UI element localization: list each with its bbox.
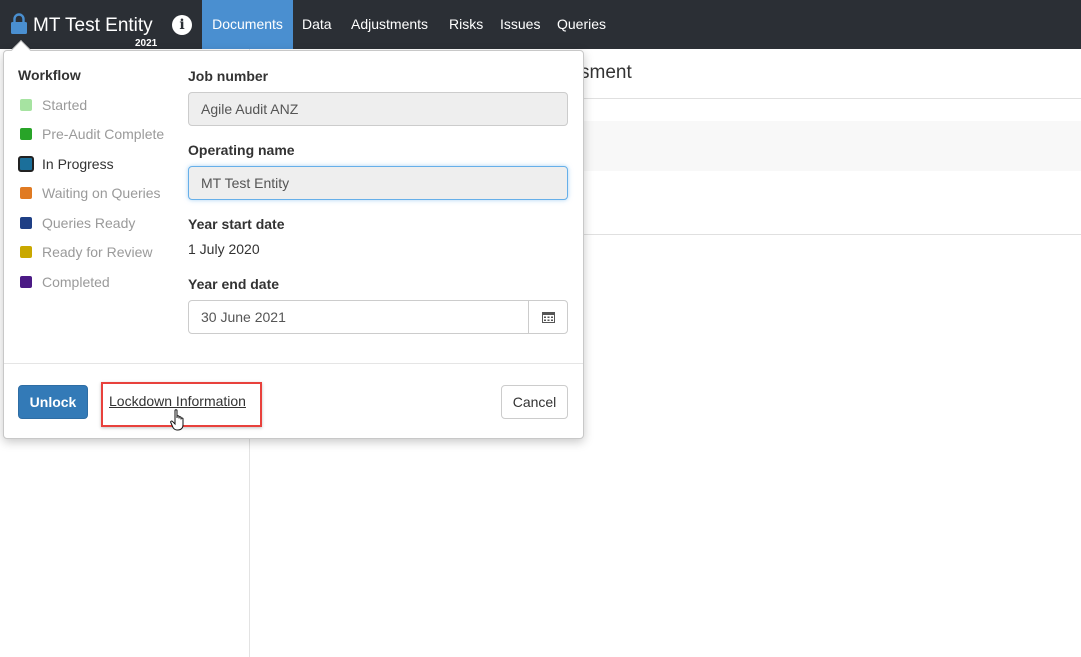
lock-icon [11,13,27,34]
page-title: sment [580,62,632,83]
workflow-swatch [20,246,32,258]
workflow-swatch [20,276,32,288]
cancel-button[interactable]: Cancel [501,385,568,419]
tab-documents[interactable]: Documents [202,0,293,49]
year-start-value: 1 July 2020 [188,241,260,257]
workflow-item-ready-for-review[interactable]: Ready for Review [18,243,188,261]
workflow-item-in-progress[interactable]: In Progress [18,155,188,173]
tab-data[interactable]: Data [292,0,342,49]
job-number-label: Job number [188,68,269,84]
year-end-date-field[interactable] [188,300,529,334]
tab-risks[interactable]: Risks [439,0,493,49]
workflow-label: Pre-Audit Complete [42,126,165,142]
operating-name-label: Operating name [188,142,295,158]
workflow-label: Completed [42,274,110,290]
calendar-button[interactable] [528,300,568,334]
hand-pointer-cursor-icon [170,409,184,431]
top-nav-bar: MT Test Entity 2021 i Documents Data Adj… [0,0,1081,49]
tab-issues[interactable]: Issues [490,0,550,49]
workflow-item-started[interactable]: Started [18,96,188,114]
year-end-label: Year end date [188,276,280,292]
entity-year: 2021 [135,38,158,49]
workflow-swatch [18,156,34,172]
calendar-icon [542,312,555,323]
entity-details-popover: Workflow Started Pre-Audit Complete In P… [3,40,584,439]
job-number-field[interactable] [188,92,568,126]
operating-name-field[interactable] [188,166,568,200]
tab-adjustments[interactable]: Adjustments [341,0,438,49]
workflow-swatch [20,128,32,140]
workflow-heading: Workflow [18,67,81,83]
workflow-item-completed[interactable]: Completed [18,273,188,291]
entity-name: MT Test Entity [33,15,153,36]
lockdown-information-link[interactable]: Lockdown Information [109,391,246,411]
workflow-label: Ready for Review [42,244,153,260]
workflow-label: In Progress [42,156,114,172]
workflow-item-waiting-on-queries[interactable]: Waiting on Queries [18,184,188,202]
workflow-item-queries-ready[interactable]: Queries Ready [18,214,188,232]
unlock-button[interactable]: Unlock [18,385,88,419]
popover-footer-divider [4,363,583,364]
workflow-item-pre-audit-complete[interactable]: Pre-Audit Complete [18,125,188,143]
workflow-swatch [20,99,32,111]
workflow-label: Started [42,97,88,113]
workflow-swatch [20,217,32,229]
year-start-label: Year start date [188,216,285,232]
workflow-label: Queries Ready [42,215,136,231]
workflow-label: Waiting on Queries [42,185,161,201]
info-icon[interactable]: i [172,15,192,35]
workflow-swatch [20,187,32,199]
tab-queries[interactable]: Queries [547,0,616,49]
